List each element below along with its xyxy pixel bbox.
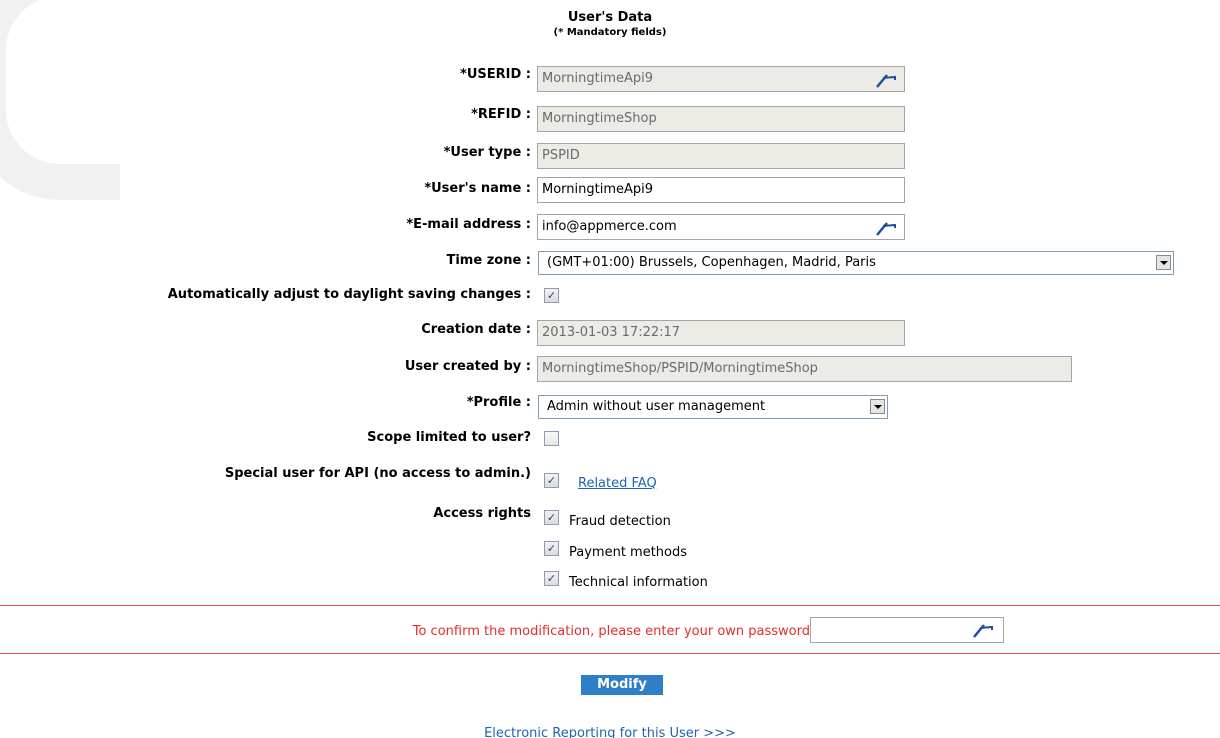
technical-information-label: Technical information (569, 575, 708, 590)
user-data-page: User's Data (* Mandatory fields) *USERID… (0, 0, 1220, 738)
refid-field[interactable]: MorningtimeShop (537, 106, 905, 132)
time-zone-select[interactable]: (GMT+01:00) Brussels, Copenhagen, Madrid… (538, 251, 1174, 275)
payment-methods-checkbox[interactable]: ✓ (544, 541, 559, 556)
profile-select[interactable]: Admin without user management (538, 395, 888, 419)
special-api-checkbox[interactable]: ✓ (544, 473, 559, 488)
creation-date-field[interactable]: 2013-01-03 17:22:17 (537, 320, 905, 346)
user-type-label: *User type : (443, 145, 531, 160)
daylight-checkbox[interactable]: ✓ (544, 288, 559, 303)
creation-date-label: Creation date : (421, 322, 531, 337)
email-field[interactable]: info@appmerce.com (537, 214, 905, 240)
pin-icon[interactable] (971, 621, 995, 639)
fraud-detection-checkbox[interactable]: ✓ (544, 510, 559, 525)
fraud-detection-label: Fraud detection (569, 514, 671, 529)
refid-value: MorningtimeShop (542, 111, 657, 126)
refid-label: *REFID : (471, 107, 531, 122)
userid-label: *USERID : (460, 67, 531, 82)
payment-methods-label: Payment methods (569, 545, 688, 560)
divider-bottom (0, 653, 1220, 654)
daylight-label: Automatically adjust to daylight saving … (167, 287, 531, 302)
time-zone-label: Time zone : (446, 253, 531, 268)
confirm-text: To confirm the modification, please ente… (412, 624, 810, 639)
report-row: Electronic Reporting for this User >>> (0, 722, 1220, 738)
access-rights-label: Access rights (433, 506, 531, 521)
user-name-label: *User's name : (424, 181, 531, 196)
divider-top (0, 605, 1220, 606)
user-name-value: MorningtimeApi9 (542, 182, 654, 197)
scope-checkbox[interactable] (544, 431, 559, 446)
user-name-field[interactable]: MorningtimeApi9 (537, 177, 905, 203)
electronic-reporting-link[interactable]: Electronic Reporting for this User >>> (484, 726, 736, 738)
modify-button[interactable]: Modify (581, 675, 663, 695)
user-type-field[interactable]: PSPID (537, 143, 905, 169)
pin-icon[interactable] (874, 219, 898, 237)
mandatory-note: (* Mandatory fields) (553, 27, 667, 38)
related-faq-link[interactable]: Related FAQ (578, 476, 657, 491)
pin-icon[interactable] (874, 71, 898, 89)
page-title: User's Data (567, 10, 653, 25)
created-by-value: MorningtimeShop/PSPID/MorningtimeShop (542, 361, 818, 376)
profile-value: Admin without user management (547, 399, 766, 414)
user-type-value: PSPID (542, 148, 580, 163)
created-by-label: User created by : (404, 359, 531, 374)
password-field[interactable] (810, 617, 1004, 643)
scope-label: Scope limited to user? (367, 430, 531, 445)
technical-information-checkbox[interactable]: ✓ (544, 571, 559, 586)
created-by-field[interactable]: MorningtimeShop/PSPID/MorningtimeShop (537, 356, 1072, 382)
special-api-label: Special user for API (no access to admin… (224, 466, 531, 481)
time-zone-value: (GMT+01:00) Brussels, Copenhagen, Madrid… (547, 255, 876, 270)
email-label: *E-mail address : (406, 217, 531, 232)
profile-label: *Profile : (466, 395, 531, 410)
chevron-down-icon[interactable] (1156, 255, 1171, 270)
email-value: info@appmerce.com (542, 219, 677, 234)
creation-date-value: 2013-01-03 17:22:17 (542, 325, 681, 340)
userid-value: MorningtimeApi9 (542, 71, 654, 86)
userid-field[interactable]: MorningtimeApi9 (537, 66, 905, 92)
chevron-down-icon[interactable] (870, 399, 885, 414)
